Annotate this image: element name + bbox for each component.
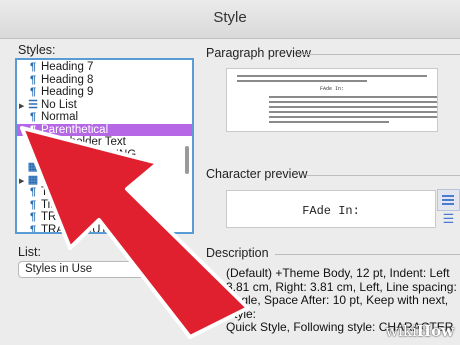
red-arrow-overlay (20, 126, 250, 339)
watermark: wikiHow (385, 322, 454, 340)
